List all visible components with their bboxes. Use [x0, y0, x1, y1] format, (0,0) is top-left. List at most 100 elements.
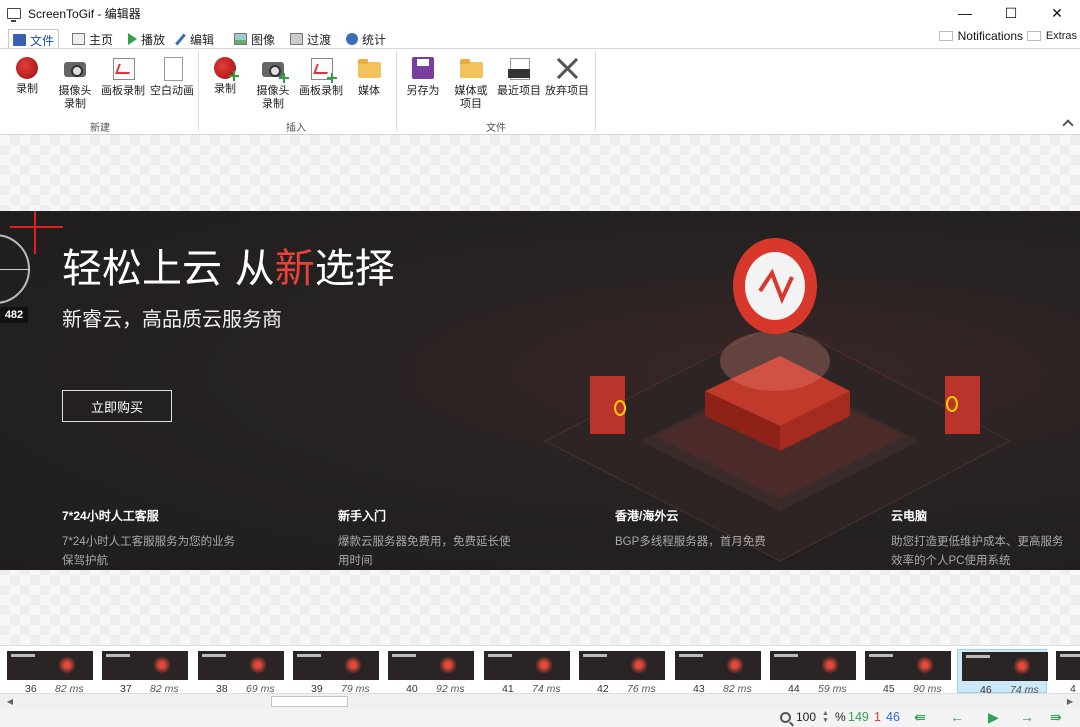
camera-icon — [260, 55, 289, 83]
banner-title-part2: 选择 — [314, 246, 395, 292]
tab-image[interactable]: 图像 — [230, 29, 279, 49]
tab-file[interactable]: 文件 — [8, 29, 60, 50]
recent-document-icon — [506, 55, 532, 81]
frame-thumbnail[interactable]: 44 59 ms — [766, 649, 856, 695]
extras-toggle[interactable]: Extras — [1026, 30, 1077, 42]
frame-thumbnail-selected[interactable]: 46 74 ms — [957, 649, 1048, 696]
insert-webcam-record-button[interactable]: 摄像头录制 — [248, 53, 298, 111]
last-frame-icon[interactable]: ⇛ — [1050, 709, 1062, 726]
new-record-button[interactable]: 录制 — [2, 53, 52, 96]
close-button[interactable]: ✕ — [1034, 0, 1080, 26]
frame-preview — [7, 651, 93, 680]
save-as-button[interactable]: 另存为 — [398, 53, 448, 98]
new-board-record-button[interactable]: 画板录制 — [98, 53, 148, 98]
feature-title: 云电脑 — [891, 509, 928, 523]
feature-title: 香港/海外云 — [615, 509, 679, 523]
button-label: 媒体或项目 — [454, 85, 488, 110]
recent-projects-button[interactable]: 最近项目 — [494, 53, 544, 98]
banner-title: 轻松上云 从新选择 — [62, 236, 395, 294]
frame-count: 149 — [848, 710, 869, 724]
group-label-new: 新建 — [90, 123, 110, 134]
tab-transition[interactable]: 过渡 — [286, 29, 335, 49]
tab-statistics[interactable]: 统计 — [342, 29, 390, 49]
tab-label: 编辑 — [190, 32, 215, 47]
tab-label: 文件 — [30, 33, 55, 48]
insert-record-button[interactable]: 录制 — [200, 53, 250, 96]
discard-project-button[interactable]: 放弃项目 — [542, 53, 592, 98]
button-label: 录制 — [214, 83, 236, 95]
frame-canvas[interactable]: 482 轻松上云 从新选择 新睿云，高品质云服务商 立即购买 7*24小时人工客… — [0, 135, 1080, 645]
selected-frame-count: 1 — [874, 710, 881, 724]
frame-thumbnail[interactable]: 40 92 ms — [384, 649, 474, 695]
frame-thumbnail[interactable]: 43 82 ms — [671, 649, 761, 695]
tab-edit[interactable]: 编辑 — [175, 29, 218, 49]
new-blank-animation-button[interactable]: 空白动画 — [147, 53, 197, 98]
feature-desc: 爆款云服务器免费用，免费延长使用时间 — [338, 536, 511, 567]
close-x-icon — [554, 55, 580, 81]
frame-thumbnail[interactable]: 45 90 ms — [861, 649, 951, 695]
frame-preview — [865, 651, 951, 680]
feature-customer-service: 7*24小时人工客服 7*24小时人工客服服务为您的业务保驾护航 — [62, 507, 242, 570]
next-frame-icon[interactable]: → — [1020, 709, 1034, 725]
tab-home[interactable]: 主页 — [68, 29, 117, 49]
tab-play[interactable]: 播放 — [124, 29, 169, 49]
scroll-right-icon[interactable]: ▶ — [1062, 694, 1078, 709]
notifications-toggle[interactable]: Notifications — [938, 29, 1023, 43]
extras-icon — [1026, 31, 1041, 41]
insert-media-button[interactable]: 媒体 — [344, 53, 394, 98]
button-label: 空白动画 — [150, 85, 194, 97]
app-monitor-icon — [7, 7, 21, 22]
record-icon — [16, 57, 38, 79]
notifications-label: Notifications — [957, 29, 1023, 43]
cursor-position-value: 482 — [0, 307, 28, 323]
new-webcam-record-button[interactable]: 摄像头录制 — [50, 53, 100, 111]
transition-icon — [290, 33, 303, 45]
frame-list-scrollbar[interactable]: ◀ ▶ — [0, 693, 1080, 709]
zoom-stepper-icon[interactable]: ▲ ▼ — [822, 710, 829, 724]
frame-list: 36 82 ms 37 82 ms 38 69 ms 39 79 ms 40 92 ms … — [0, 645, 1080, 696]
frame-thumbnail[interactable]: 36 82 ms — [3, 649, 93, 695]
save-icon — [13, 34, 26, 46]
load-media-project-button[interactable]: 媒体或项目 — [446, 53, 496, 111]
ribbon-tabs: 文件 主页 播放 编辑 图像 过渡 统计 Notifications Extra… — [0, 26, 1080, 50]
notification-icon — [938, 31, 953, 41]
zoom-value[interactable]: 100 — [796, 710, 816, 724]
window-controls: — ☐ ✕ — [942, 0, 1080, 26]
feature-desc: 7*24小时人工客服服务为您的业务保驾护航 — [62, 536, 236, 567]
maximize-button[interactable]: ☐ — [988, 0, 1034, 26]
zoom-unit: % — [834, 710, 846, 724]
frame-thumbnail[interactable]: 41 74 ms — [480, 649, 570, 695]
frame-preview — [770, 651, 856, 680]
frame-thumbnail[interactable]: 39 79 ms — [289, 649, 379, 695]
collapse-ribbon-button[interactable] — [1062, 119, 1074, 132]
frame-thumbnail[interactable]: 4 — [1052, 649, 1080, 693]
minimize-button[interactable]: — — [942, 0, 988, 26]
previous-frame-icon[interactable]: ← — [950, 709, 964, 725]
info-icon — [346, 33, 358, 45]
banner-title-part1: 轻松上云 从 — [62, 246, 275, 292]
button-label: 录制 — [16, 83, 38, 95]
scroll-left-icon[interactable]: ◀ — [2, 694, 18, 709]
group-divider — [396, 51, 397, 131]
window-title: ScreenToGif - 编辑器 — [28, 6, 141, 21]
group-divider — [595, 51, 596, 131]
record-icon — [214, 57, 239, 81]
play-frame-icon[interactable]: ▶ — [988, 709, 999, 726]
frame-preview — [388, 651, 474, 680]
tab-label: 统计 — [362, 32, 387, 47]
frame-thumbnail[interactable]: 37 82 ms — [98, 649, 188, 695]
button-label: 摄像头录制 — [58, 85, 92, 110]
frame-preview — [579, 651, 665, 680]
camera-icon — [62, 55, 88, 81]
status-bar: 100 ▲ ▼ % 149 1 46 ⇚ ← ▶ → ⇛ — [0, 709, 1080, 727]
frame-thumbnail[interactable]: 42 76 ms — [575, 649, 665, 695]
scrollbar-thumb[interactable] — [271, 696, 348, 707]
insert-board-record-button[interactable]: 画板录制 — [296, 53, 346, 98]
board-icon — [308, 55, 337, 83]
frame-number: 4 — [1070, 683, 1076, 693]
home-icon — [72, 33, 85, 45]
first-frame-icon[interactable]: ⇚ — [914, 709, 926, 726]
feature-title: 7*24小时人工客服 — [62, 509, 159, 523]
frame-thumbnail[interactable]: 38 69 ms — [194, 649, 284, 695]
folder-open-icon — [458, 55, 484, 81]
